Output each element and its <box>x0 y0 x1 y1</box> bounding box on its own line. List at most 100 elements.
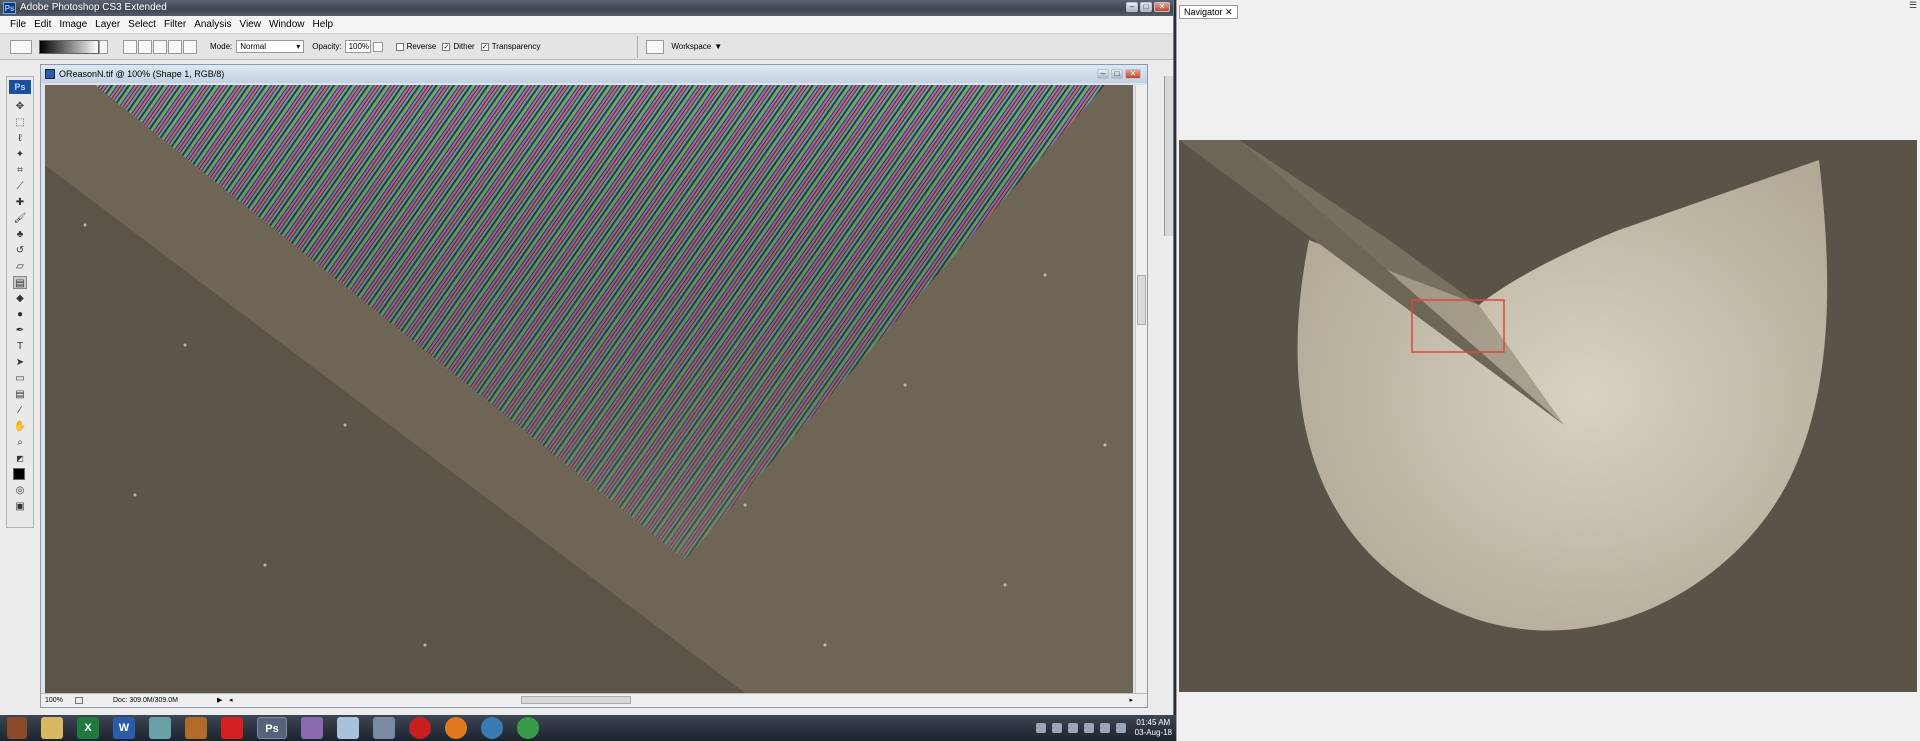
transparency-checkbox[interactable]: ✓ Transparency <box>480 42 540 51</box>
clone-stamp-tool-icon[interactable]: ♣ <box>13 228 27 241</box>
doc-close-button[interactable]: ✕ <box>1125 69 1141 79</box>
close-icon[interactable]: ✕ <box>1225 7 1233 17</box>
foreground-color-swatch[interactable] <box>13 468 25 480</box>
tool-preset-picker[interactable] <box>10 39 32 54</box>
palette-well-icon[interactable] <box>646 39 665 54</box>
marquee-tool-icon[interactable]: ⬚ <box>13 116 27 129</box>
magic-wand-tool-icon[interactable]: ✦ <box>13 148 27 161</box>
path-selection-tool-icon[interactable]: ➤ <box>13 356 27 369</box>
clock-time: 01:45 AM <box>1136 718 1171 727</box>
history-brush-tool-icon[interactable]: ↺ <box>13 244 27 257</box>
menu-layer[interactable]: Layer <box>95 19 120 30</box>
type-tool-icon[interactable]: T <box>13 340 27 353</box>
brush-tool-icon[interactable]: 🖌 <box>13 212 27 225</box>
taskbar-clock[interactable]: 01:45 AM 03-Aug-18 <box>1135 718 1172 738</box>
navigator-tab[interactable]: Navigator ✕ <box>1179 5 1238 19</box>
tray-flag-icon[interactable] <box>1115 723 1126 733</box>
minimize-button[interactable]: – <box>1126 2 1138 12</box>
chrome-icon[interactable] <box>517 717 539 739</box>
menu-view[interactable]: View <box>239 19 261 30</box>
reverse-checkbox[interactable]: Reverse <box>395 42 436 51</box>
eyedropper-tool-icon[interactable]: ⁄ <box>13 404 27 417</box>
doc-maximize-button[interactable]: □ <box>1111 69 1123 79</box>
dither-checkbox[interactable]: ✓ Dither <box>442 42 475 51</box>
radial-gradient-button[interactable] <box>138 39 152 54</box>
angle-gradient-button[interactable] <box>153 39 167 54</box>
linear-gradient-button[interactable] <box>123 39 137 54</box>
system-tray: 01:45 AM 03-Aug-18 <box>1033 715 1172 741</box>
notes-icon[interactable] <box>149 717 171 739</box>
lasso-tool-icon[interactable]: ℓ <box>13 132 27 145</box>
zoom-level[interactable]: 100% <box>45 694 63 707</box>
collapsed-panel-dock[interactable] <box>1164 76 1173 236</box>
menu-help[interactable]: Help <box>313 19 334 30</box>
tray-network-icon[interactable] <box>1051 723 1062 733</box>
app-title-bar[interactable]: Ps Adobe Photoshop CS3 Extended – □ ✕ <box>0 0 1173 16</box>
vertical-scroll-thumb[interactable] <box>1137 275 1146 325</box>
dodge-tool-icon[interactable]: ● <box>13 308 27 321</box>
word-icon[interactable]: W <box>113 717 135 739</box>
beer-icon[interactable] <box>185 717 207 739</box>
tray-shield-icon[interactable] <box>1083 723 1094 733</box>
default-colors-icon[interactable]: ◩ <box>13 452 27 465</box>
menu-filter[interactable]: Filter <box>164 19 186 30</box>
opera-icon[interactable] <box>409 717 431 739</box>
pen-tool-icon[interactable]: ✒ <box>13 324 27 337</box>
hand-tool-icon[interactable]: ✋ <box>13 420 27 433</box>
screen-mode-icon[interactable]: ▣ <box>13 500 27 513</box>
excel-icon[interactable]: X <box>77 717 99 739</box>
slice-tool-icon[interactable]: ⟋ <box>13 180 27 193</box>
gradient-picker[interactable] <box>39 39 99 54</box>
doc-minimize-button[interactable]: – <box>1097 69 1109 79</box>
workspace-button[interactable]: Workspace ▼ <box>671 42 722 51</box>
folder-icon[interactable] <box>41 717 63 739</box>
menu-bar: File Edit Image Layer Select Filter Anal… <box>0 16 1173 34</box>
tray-volume-icon[interactable] <box>1099 723 1110 733</box>
notepad-icon[interactable] <box>337 717 359 739</box>
ufo-icon[interactable] <box>301 717 323 739</box>
menu-analysis[interactable]: Analysis <box>194 19 231 30</box>
close-button[interactable]: ✕ <box>1154 2 1170 12</box>
opacity-label: Opacity: <box>312 42 342 51</box>
tray-battery-icon[interactable] <box>1067 723 1078 733</box>
move-tool-icon[interactable]: ✥ <box>13 100 27 113</box>
splat-icon[interactable] <box>221 717 243 739</box>
panel-menu-icon[interactable]: ☰ <box>1906 0 1920 11</box>
maximize-button[interactable]: □ <box>1140 2 1152 12</box>
quick-mask-icon[interactable]: ◎ <box>13 484 27 497</box>
opacity-input[interactable]: 100% <box>344 40 371 53</box>
menu-file[interactable]: File <box>10 19 26 30</box>
notes-tool-icon[interactable]: ▤ <box>13 388 27 401</box>
healing-brush-tool-icon[interactable]: ✚ <box>13 196 27 209</box>
horizontal-scroll-thumb[interactable] <box>521 696 631 704</box>
gradient-tool-icon[interactable]: ▤ <box>13 276 27 289</box>
firefox-icon[interactable] <box>445 717 467 739</box>
crop-tool-icon[interactable]: ⌗ <box>13 164 27 177</box>
menu-window[interactable]: Window <box>269 19 305 30</box>
status-info-icon[interactable] <box>75 697 83 704</box>
messenger-icon[interactable] <box>481 717 503 739</box>
vertical-scrollbar[interactable] <box>1135 85 1147 693</box>
mode-select[interactable]: Normal ▾ <box>236 40 305 53</box>
gradient-dropdown-icon[interactable] <box>99 39 108 54</box>
navigator-preview[interactable] <box>1179 140 1917 692</box>
winamp-icon[interactable] <box>7 717 27 739</box>
diamond-gradient-button[interactable] <box>183 39 197 54</box>
status-menu-arrow-icon[interactable]: ▶ <box>217 694 222 707</box>
scroll-right-icon[interactable]: ▸ <box>1129 694 1133 707</box>
reflected-gradient-button[interactable] <box>168 39 182 54</box>
opacity-slider-arrow-icon[interactable] <box>372 41 383 52</box>
menu-edit[interactable]: Edit <box>34 19 51 30</box>
blur-tool-icon[interactable]: ◆ <box>13 292 27 305</box>
document-canvas[interactable] <box>45 85 1133 693</box>
scroll-left-icon[interactable]: ◂ <box>229 694 233 707</box>
tool-icon[interactable] <box>373 717 395 739</box>
tray-app-icon[interactable] <box>1035 723 1046 733</box>
eraser-tool-icon[interactable]: ▱ <box>13 260 27 273</box>
menu-image[interactable]: Image <box>59 19 87 30</box>
zoom-tool-icon[interactable]: ⌕ <box>13 436 27 449</box>
document-title-bar[interactable]: OReasonN.tif @ 100% (Shape 1, RGB/8) – □… <box>41 65 1147 83</box>
photoshop-icon[interactable]: Ps <box>257 717 287 739</box>
shape-tool-icon[interactable]: ▭ <box>13 372 27 385</box>
menu-select[interactable]: Select <box>128 19 156 30</box>
